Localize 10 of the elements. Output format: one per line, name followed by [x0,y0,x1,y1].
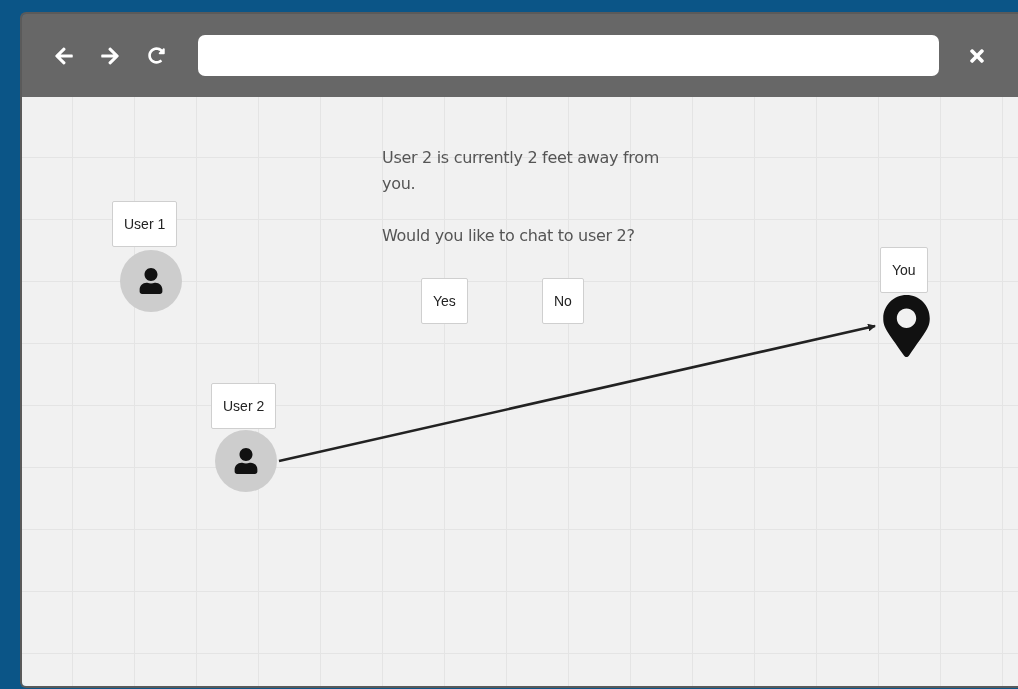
you-label: You [880,247,928,293]
person-icon [233,448,259,474]
person-icon [138,268,164,294]
message-text: User 2 is currently 2 feet away from you. [382,147,661,195]
question-text: Would you like to chat to user 2? [382,225,635,247]
user-label: User 2 [211,383,277,429]
no-button[interactable]: No [542,278,584,324]
address-field[interactable] [198,35,939,76]
yes-button[interactable]: Yes [421,278,468,324]
user-label: User 1 [112,201,178,247]
